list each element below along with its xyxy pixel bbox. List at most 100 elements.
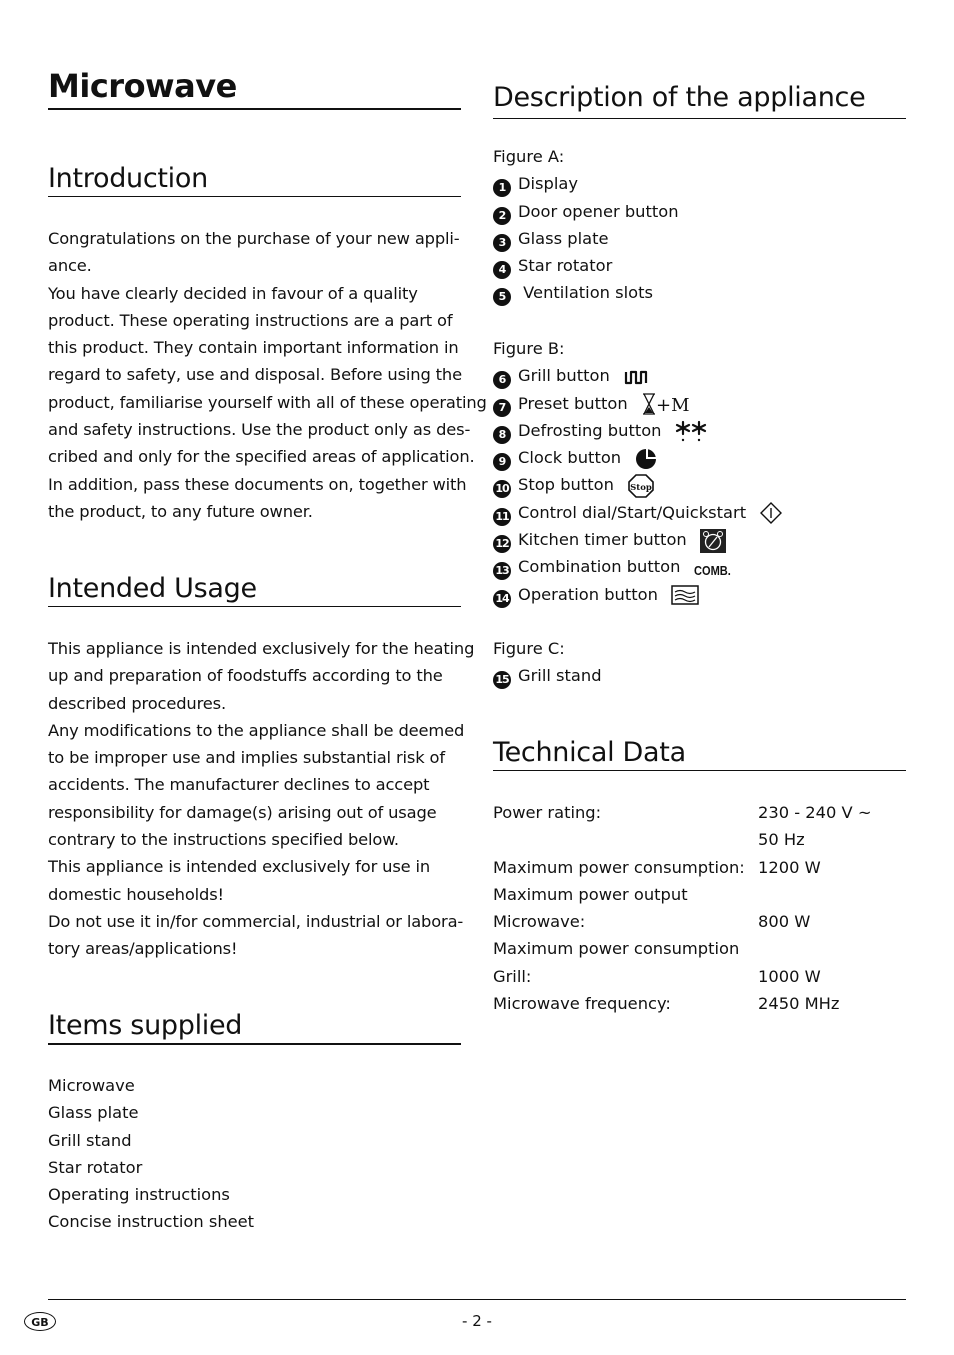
figure-c-label: Figure C: — [493, 639, 565, 658]
number-badge: 12 — [493, 535, 511, 554]
diamond-start-icon — [760, 502, 783, 525]
snowflake-icon — [675, 421, 706, 442]
spec-value: 1200 W — [758, 857, 821, 877]
list-item: 5 Ventilation slots — [493, 279, 906, 307]
table-row: Microwave frequency: 2450 MHz — [493, 990, 906, 1017]
number-badge: 7 — [493, 398, 511, 417]
table-row: Maximum power consumption: 1200 W — [493, 854, 906, 881]
list-item: 2 Door opener button — [493, 198, 906, 225]
list-item: 9 Clock button — [493, 444, 906, 472]
number-badge: 9 — [493, 453, 511, 472]
list-item: 3 Glass plate — [493, 225, 906, 252]
text-line: domestic households! — [48, 884, 224, 904]
text-line: contrary to the instructions specified b… — [48, 830, 399, 850]
item-label: Door opener button — [518, 201, 679, 221]
item-label: Kitchen timer button — [518, 530, 687, 550]
text-line: cribed and only for the specified areas … — [48, 447, 475, 467]
table-row: Maximum power consumption — [493, 935, 906, 962]
item-label: Combination button — [518, 557, 681, 577]
list-item: Grill stand — [48, 1130, 132, 1150]
number-badge: 10 — [493, 480, 511, 499]
text-line: described procedures. — [48, 693, 226, 713]
text-line: In addition, pass these documents on, to… — [48, 474, 467, 494]
page-number: - 2 - — [462, 1312, 492, 1330]
item-label: Glass plate — [518, 228, 609, 248]
list-item: 11 Control dial/Start/Quickstart — [493, 499, 906, 526]
spec-value: 800 W — [758, 912, 811, 932]
spec-value — [758, 881, 906, 908]
item-label: Grill stand — [518, 666, 602, 686]
text-line: to be improper use and implies substanti… — [48, 748, 445, 768]
figure-b-list: Figure B: 6 Grill button 7 Preset button +… — [493, 335, 906, 608]
list-item: Concise instruction sheet — [48, 1212, 255, 1232]
microwave-waves-icon — [671, 585, 699, 605]
list-item: 14 Operation button — [493, 581, 906, 608]
text-line: product. These operating instructions ar… — [48, 310, 453, 330]
text-line: this product. They contain important inf… — [48, 338, 459, 358]
list-item: 4 Star rotator — [493, 252, 906, 280]
spec-key: Microwave: — [493, 912, 586, 932]
number-badge: 4 — [493, 261, 511, 280]
number-badge: 8 — [493, 425, 511, 444]
text-line: up and preparation of foodstuffs accordi… — [48, 666, 443, 686]
item-label: Clock button — [518, 448, 622, 468]
text-line: the product, to any future owner. — [48, 501, 313, 521]
text-line: This appliance is intended exclusively f… — [48, 639, 475, 658]
list-item: 8 Defrosting button — [493, 417, 906, 444]
list-item: 15 Grill stand — [493, 662, 906, 690]
item-label: Control dial/Start/Quickstart — [518, 502, 747, 522]
text-line: accidents. The manufacturer declines to … — [48, 775, 430, 795]
list-item: 1 Display — [493, 170, 906, 198]
number-badge: 6 — [493, 371, 511, 390]
spec-key: Maximum power consumption — [493, 939, 740, 959]
spec-key: Microwave frequency: — [493, 994, 671, 1014]
stop-icon: Stop — [628, 474, 654, 498]
list-item: 7 Preset button +M — [493, 390, 906, 417]
text-line: ance. — [48, 256, 92, 276]
number-badge: 11 — [493, 507, 511, 526]
spec-key: Maximum power output — [493, 884, 688, 904]
figure-c-list: Figure C: 15 Grill stand — [493, 635, 906, 690]
number-badge: 3 — [493, 233, 511, 252]
technical-data-heading: Technical Data — [493, 736, 906, 771]
list-item: 13 Combination button COMB. — [493, 553, 906, 581]
item-label: Star rotator — [518, 256, 613, 276]
figure-b-label: Figure B: — [493, 339, 565, 358]
text-line: This appliance is intended exclusively f… — [48, 857, 431, 877]
spec-key: Grill: — [493, 966, 532, 986]
introduction-heading: Introduction — [48, 162, 461, 197]
table-row: Microwave: 800 W — [493, 908, 906, 935]
spec-value: 1000 W — [758, 966, 821, 986]
spec-value: 2450 MHz — [758, 994, 840, 1014]
item-label: Display — [518, 174, 579, 194]
intended-usage-heading: Intended Usage — [48, 572, 461, 607]
text-line: tory areas/applications! — [48, 939, 238, 959]
item-label: Operation button — [518, 584, 658, 604]
text-line: product, familiarise yourself with all o… — [48, 392, 487, 412]
comb-icon: COMB. — [693, 563, 731, 579]
spec-value — [758, 935, 906, 962]
introduction-text: Congratulations on the purchase of your … — [48, 225, 487, 525]
hourglass-plus-m-icon: +M — [642, 393, 689, 416]
spec-value: 230 - 240 V ~ — [758, 803, 872, 822]
grill-icon — [624, 370, 648, 384]
technical-data-table: Power rating: 230 - 240 V ~ 50 Hz Maximum… — [493, 799, 906, 1017]
table-row: Grill: 1000 W — [493, 963, 906, 990]
spec-key: Maximum power consumption: — [493, 857, 745, 877]
list-item: Glass plate — [48, 1103, 139, 1123]
list-item: Star rotator — [48, 1157, 143, 1177]
list-item: 12 Kitchen timer button — [493, 526, 906, 554]
item-label: Stop button — [518, 475, 614, 495]
items-supplied-list: Microwave Glass plate Grill stand Star r… — [48, 1072, 461, 1236]
spec-key — [493, 826, 758, 853]
text-line: Do not use it in/for commercial, industr… — [48, 911, 464, 931]
table-row: 50 Hz — [493, 826, 906, 853]
clock-icon — [636, 448, 657, 469]
alarm-clock-icon — [699, 528, 726, 553]
table-row: Maximum power output — [493, 881, 906, 908]
number-badge: 13 — [493, 562, 511, 581]
list-item: 10 Stop button Stop — [493, 471, 906, 499]
list-item: Operating instructions — [48, 1185, 230, 1205]
item-label: Grill button — [518, 366, 610, 386]
item-label: Preset button — [518, 393, 628, 413]
